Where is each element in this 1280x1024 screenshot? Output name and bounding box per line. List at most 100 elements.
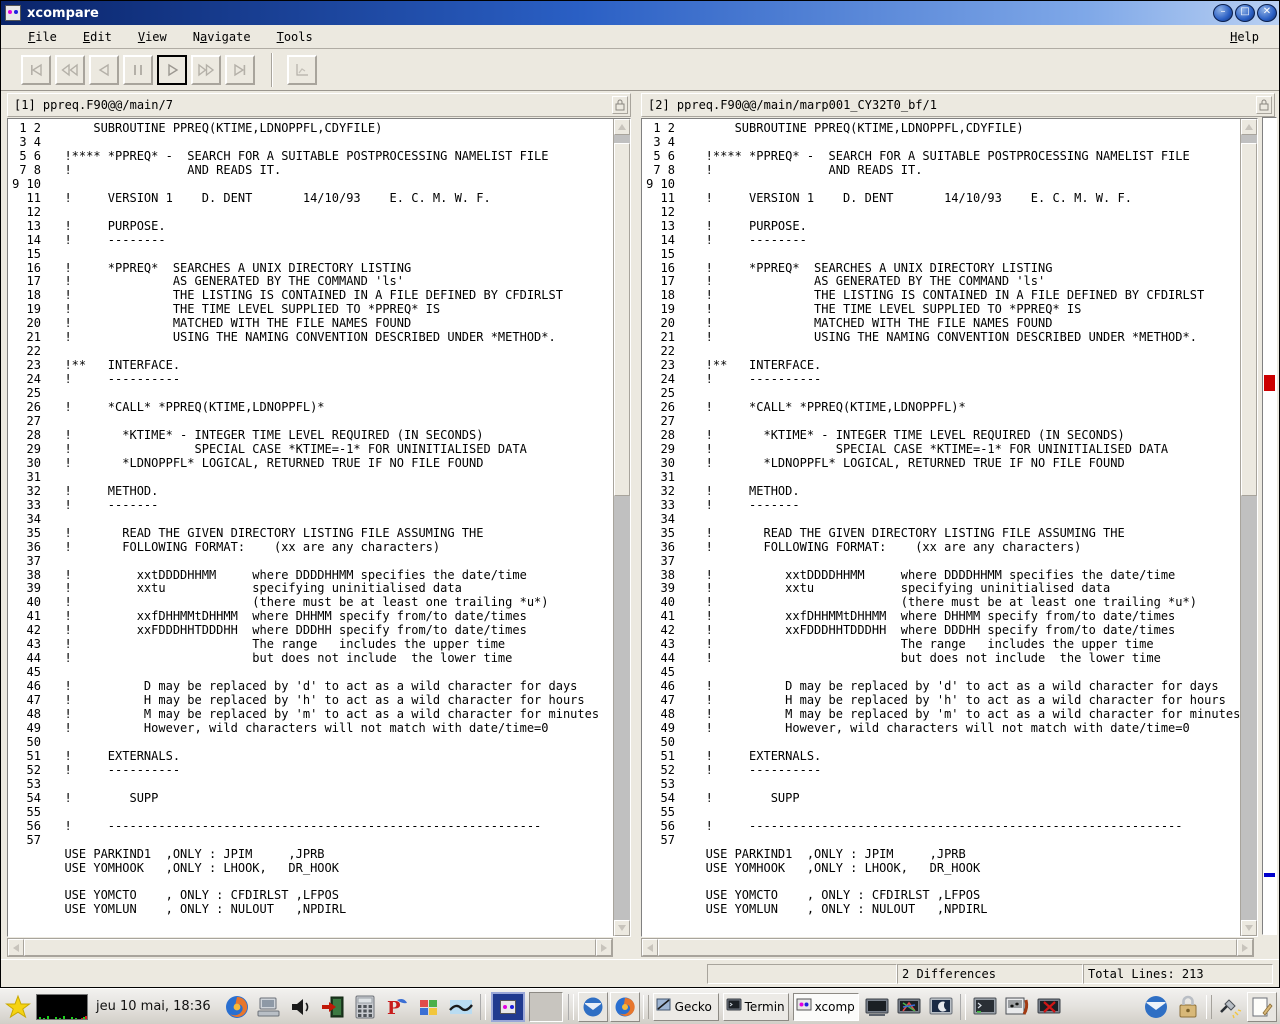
status-differences: 2 Differences (897, 963, 1083, 984)
pause-button[interactable] (123, 54, 153, 85)
window-controls: – □ ✕ (1213, 4, 1277, 22)
volume-launcher-icon[interactable] (286, 992, 316, 1022)
fast-forward-icon (197, 62, 215, 78)
screensaver-launcher-icon[interactable] (926, 992, 956, 1022)
pane-left-header: [1] ppreq.F90@@/main/7 (7, 93, 631, 117)
pane-right-vertical-scrollbar[interactable] (1240, 119, 1257, 936)
pane-right-scroll-left-button[interactable] (642, 939, 658, 956)
pane-left-scroll-up-button[interactable] (614, 119, 630, 135)
pane-left-lock-button[interactable] (612, 96, 628, 114)
lock-screen-icon[interactable] (1173, 992, 1203, 1022)
pane-right-scroll-down-button[interactable] (1241, 920, 1257, 936)
pane-left-scroll-left-button[interactable] (8, 939, 24, 956)
statusbar: 2 Differences Total Lines: 213 (1, 959, 1279, 987)
firefox-tray-icon[interactable] (609, 991, 640, 1022)
pane-left-code[interactable]: SUBROUTINE PPREQ(KTIME,LDNOPPFL,CDYFILE)… (46, 119, 613, 936)
pane-right-code-area[interactable]: 1 2 3 4 5 6 7 8 9 10 11 12 13 14 15 16 1… (642, 119, 1240, 936)
pane-right-scroll-track[interactable] (1241, 135, 1257, 920)
music-launcher-icon[interactable] (1002, 992, 1032, 1022)
pane-left-scroll-down-button[interactable] (614, 920, 630, 936)
maximize-button[interactable]: □ (1235, 4, 1255, 22)
pane-right-body: 1 2 3 4 5 6 7 8 9 10 11 12 13 14 15 16 1… (641, 118, 1258, 937)
difference-map[interactable] (1262, 117, 1277, 935)
firefox-launcher-icon[interactable] (222, 992, 252, 1022)
last-difference-button[interactable] (225, 54, 255, 85)
compare-panes: [1] ppreq.F90@@/main/7 1 2 3 4 5 6 7 8 9… (1, 91, 1279, 959)
pane-right-scroll-up-button[interactable] (1241, 119, 1257, 135)
menu-view[interactable]: View (125, 28, 180, 46)
computer-launcher-icon[interactable] (254, 992, 284, 1022)
taskbar-separator-3 (959, 993, 966, 1020)
system-monitor-icon[interactable] (36, 993, 88, 1020)
pane-left-scroll-thumb[interactable] (614, 142, 630, 497)
prev-icon (96, 62, 112, 78)
xterm-color-launcher-icon[interactable] (894, 992, 924, 1022)
pane-left-scroll-right-button[interactable] (596, 939, 612, 956)
gimp-launcher-icon[interactable] (446, 992, 476, 1022)
workspace-1[interactable] (490, 991, 525, 1022)
taskbar-window-xcompare[interactable]: xcomp (792, 992, 859, 1021)
pane-right-header: [2] ppreq.F90@@/main/marp001_CY32T0_bf/1 (641, 93, 1275, 117)
toolbar (1, 49, 1279, 91)
lock-icon (615, 96, 625, 115)
pane-left-code-area[interactable]: 1 2 3 4 5 6 7 8 9 10 11 12 13 14 15 16 1… (8, 119, 613, 936)
pane-left-vertical-scrollbar[interactable] (613, 119, 630, 936)
pane-left-scroll-track[interactable] (614, 135, 630, 920)
pane-right-scroll-right-button[interactable] (1237, 939, 1253, 956)
previous-page-button[interactable] (55, 54, 85, 85)
chart-icon (294, 62, 310, 78)
thunderbird-tray-icon[interactable] (577, 991, 608, 1022)
statistics-button[interactable] (287, 54, 317, 85)
calculator-launcher-icon[interactable] (350, 992, 380, 1022)
close-terminal-launcher-icon[interactable] (1034, 992, 1064, 1022)
terminal-launcher-icon[interactable] (862, 992, 892, 1022)
menu-help[interactable]: Help (1217, 28, 1279, 46)
console-launcher-icon[interactable] (970, 992, 1000, 1022)
next-difference-button[interactable] (157, 54, 187, 85)
pane-right-lock-button[interactable] (1256, 96, 1272, 114)
pane-left-title: [1] ppreq.F90@@/main/7 (14, 98, 173, 112)
pane-right-hscroll-row (641, 938, 1254, 957)
status-total-lines: Total Lines: 213 (1083, 963, 1273, 984)
taskbar: jeu 10 mai, 18:36 P Gecko Termin xcomp (0, 988, 1280, 1024)
window-title: xcompare (27, 5, 99, 21)
pane-right-horizontal-scrollbar[interactable] (641, 938, 1254, 957)
windows-launcher-icon[interactable] (414, 992, 444, 1022)
previous-difference-button[interactable] (89, 54, 119, 85)
pane-right-scroll-thumb[interactable] (1241, 142, 1257, 497)
ghostscript-launcher-icon[interactable]: P (382, 992, 412, 1022)
notes-icon[interactable] (1247, 991, 1277, 1022)
lock-icon (1259, 96, 1269, 115)
logout-launcher-icon[interactable] (318, 992, 348, 1022)
menu-tools[interactable]: Tools (264, 28, 326, 46)
thunderbird-status-icon[interactable] (1141, 992, 1171, 1022)
taskbar-window-gecko[interactable]: Gecko (652, 992, 719, 1021)
menu-edit[interactable]: Edit (70, 28, 125, 46)
pane-left-body: 1 2 3 4 5 6 7 8 9 10 11 12 13 14 15 16 1… (7, 118, 631, 937)
first-difference-button[interactable] (21, 54, 51, 85)
next-page-button[interactable] (191, 54, 221, 85)
skip-to-end-icon (232, 62, 248, 78)
pane-left-horizontal-scrollbar[interactable] (7, 938, 613, 957)
xcompare-icon (796, 997, 812, 1016)
workspace-2[interactable] (528, 991, 563, 1022)
taskbar-clock: jeu 10 mai, 18:36 (96, 999, 211, 1014)
menu-navigate[interactable]: Navigate (180, 28, 264, 46)
star-menu-icon[interactable] (3, 992, 33, 1022)
pane-left-line-numbers: 1 2 3 4 5 6 7 8 9 10 11 12 13 14 15 16 1… (8, 119, 46, 936)
difference-marker-blue[interactable] (1264, 872, 1275, 877)
unplugged-icon[interactable] (1215, 992, 1245, 1022)
taskbar-grip[interactable] (642, 994, 649, 1019)
minimize-button[interactable]: – (1213, 4, 1233, 22)
xcompare-window: xcompare – □ ✕ File Edit View Navigate T… (0, 0, 1280, 988)
difference-marker-red[interactable] (1264, 375, 1275, 392)
window-titlebar[interactable]: xcompare – □ ✕ (1, 1, 1279, 25)
taskbar-window-terminal[interactable]: Termin (722, 992, 789, 1021)
menu-file[interactable]: File (15, 28, 70, 46)
close-button[interactable]: ✕ (1257, 4, 1277, 22)
pane-right-code[interactable]: SUBROUTINE PPREQ(KTIME,LDNOPPFL,CDYFILE)… (680, 119, 1240, 936)
pane-left-hscroll-thumb[interactable] (24, 939, 596, 956)
taskbar-grip-right[interactable] (1206, 994, 1212, 1019)
skip-to-start-icon (28, 62, 44, 78)
pane-right-hscroll-thumb[interactable] (658, 939, 1237, 956)
